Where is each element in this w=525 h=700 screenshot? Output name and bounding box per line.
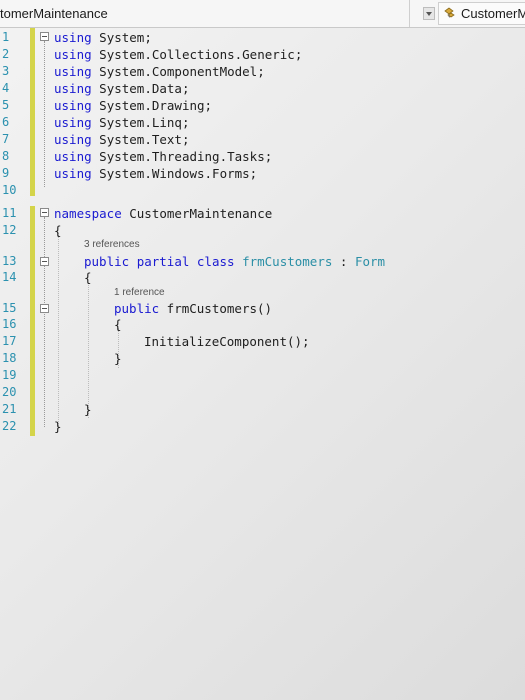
brace: } <box>114 351 122 366</box>
code-text: System.Drawing; <box>91 98 213 113</box>
keyword: partial <box>136 254 190 269</box>
keyword: using <box>54 166 92 181</box>
code-line: using System.Threading.Tasks; <box>54 149 272 164</box>
code-line: using System.Data; <box>54 81 189 96</box>
method-call: InitializeComponent(); <box>144 334 310 349</box>
brace: } <box>54 419 62 434</box>
type-dropdown[interactable]: CustomerM <box>438 2 525 25</box>
outline-guide <box>44 217 46 427</box>
code-line: InitializeComponent(); <box>144 334 310 349</box>
code-text: System.ComponentModel; <box>91 64 265 79</box>
line-number: 21 <box>2 402 17 416</box>
keyword: using <box>54 30 92 45</box>
collapse-icon[interactable] <box>40 257 49 266</box>
keyword: using <box>54 132 92 147</box>
code-text: System.Collections.Generic; <box>91 47 303 62</box>
keyword: namespace <box>54 206 122 221</box>
collapse-icon[interactable] <box>40 32 49 41</box>
code-line: { <box>84 270 92 285</box>
line-number: 16 <box>2 317 17 331</box>
keyword: class <box>196 254 235 269</box>
code-text: : <box>332 254 355 269</box>
type-dropdown-label: CustomerM <box>461 6 525 21</box>
line-number: 6 <box>2 115 10 129</box>
keyword: using <box>54 81 92 96</box>
code-line: using System.Linq; <box>54 115 189 130</box>
change-marker <box>30 28 35 196</box>
code-text: System.Windows.Forms; <box>91 166 258 181</box>
code-line: public frmCustomers() <box>114 301 272 316</box>
indent-guide <box>58 233 59 428</box>
codelens-references[interactable]: 3 references <box>84 239 140 250</box>
line-number: 11 <box>2 206 17 220</box>
project-dropdown-label: tomerMaintenance <box>0 6 108 21</box>
namespace-name: CustomerMaintenance <box>121 206 273 221</box>
code-line: using System.ComponentModel; <box>54 64 265 79</box>
line-number: 19 <box>2 368 17 382</box>
line-number: 8 <box>2 149 10 163</box>
code-line: using System.Text; <box>54 132 189 147</box>
line-number: 12 <box>2 223 17 237</box>
line-number: 22 <box>2 419 17 433</box>
indent-guide <box>88 283 89 418</box>
code-editor[interactable]: 1 2 3 4 5 6 7 8 9 10 11 12 13 14 15 16 1… <box>0 28 525 700</box>
line-number: 2 <box>2 47 10 61</box>
code-line: } <box>114 351 122 366</box>
code-line: using System; <box>54 30 152 45</box>
line-number: 17 <box>2 334 17 348</box>
code-line: public partial class frmCustomers : Form <box>84 254 385 269</box>
line-number: 14 <box>2 270 17 284</box>
codelens-references[interactable]: 1 reference <box>114 287 165 298</box>
class-name: frmCustomers <box>234 254 333 269</box>
outline-guide <box>44 41 46 187</box>
base-type: Form <box>354 254 386 269</box>
keyword: using <box>54 64 92 79</box>
code-line: using System.Collections.Generic; <box>54 47 302 62</box>
line-number: 3 <box>2 64 10 78</box>
code-line: using System.Drawing; <box>54 98 212 113</box>
code-text: System; <box>91 30 152 45</box>
keyword: public <box>114 301 160 316</box>
code-line: namespace CustomerMaintenance <box>54 206 272 221</box>
line-number: 5 <box>2 98 10 112</box>
keyword: public <box>84 254 130 269</box>
line-number: 7 <box>2 132 10 146</box>
keyword: using <box>54 98 92 113</box>
brace: { <box>114 317 122 332</box>
code-text: System.Threading.Tasks; <box>91 149 273 164</box>
code-line: } <box>84 402 92 417</box>
brace: { <box>54 223 62 238</box>
keyword: using <box>54 149 92 164</box>
line-number: 13 <box>2 254 17 268</box>
class-icon <box>444 7 455 18</box>
line-number-gutter: 1 2 3 4 5 6 7 8 9 10 11 12 13 14 15 16 1… <box>0 28 26 448</box>
change-marker <box>30 206 35 436</box>
method-name: frmCustomers() <box>159 301 273 316</box>
code-line: using System.Windows.Forms; <box>54 166 257 181</box>
navigation-bar: tomerMaintenance CustomerM <box>0 0 525 28</box>
collapse-icon[interactable] <box>40 208 49 217</box>
keyword: using <box>54 115 92 130</box>
collapse-icon[interactable] <box>40 304 49 313</box>
line-number: 9 <box>2 166 10 180</box>
line-number: 15 <box>2 301 17 315</box>
brace: } <box>84 402 92 417</box>
keyword: using <box>54 47 92 62</box>
code-text: System.Data; <box>91 81 190 96</box>
line-number: 18 <box>2 351 17 365</box>
code-line: } <box>54 419 62 434</box>
chevron-down-icon[interactable] <box>423 7 435 20</box>
code-line: { <box>54 223 62 238</box>
brace: { <box>84 270 92 285</box>
line-number: 1 <box>2 30 10 44</box>
project-dropdown[interactable]: tomerMaintenance <box>0 0 410 27</box>
code-line: { <box>114 317 122 332</box>
code-text: System.Linq; <box>91 115 190 130</box>
line-number: 4 <box>2 81 10 95</box>
line-number: 10 <box>2 183 17 197</box>
code-text: System.Text; <box>91 132 190 147</box>
line-number: 20 <box>2 385 17 399</box>
